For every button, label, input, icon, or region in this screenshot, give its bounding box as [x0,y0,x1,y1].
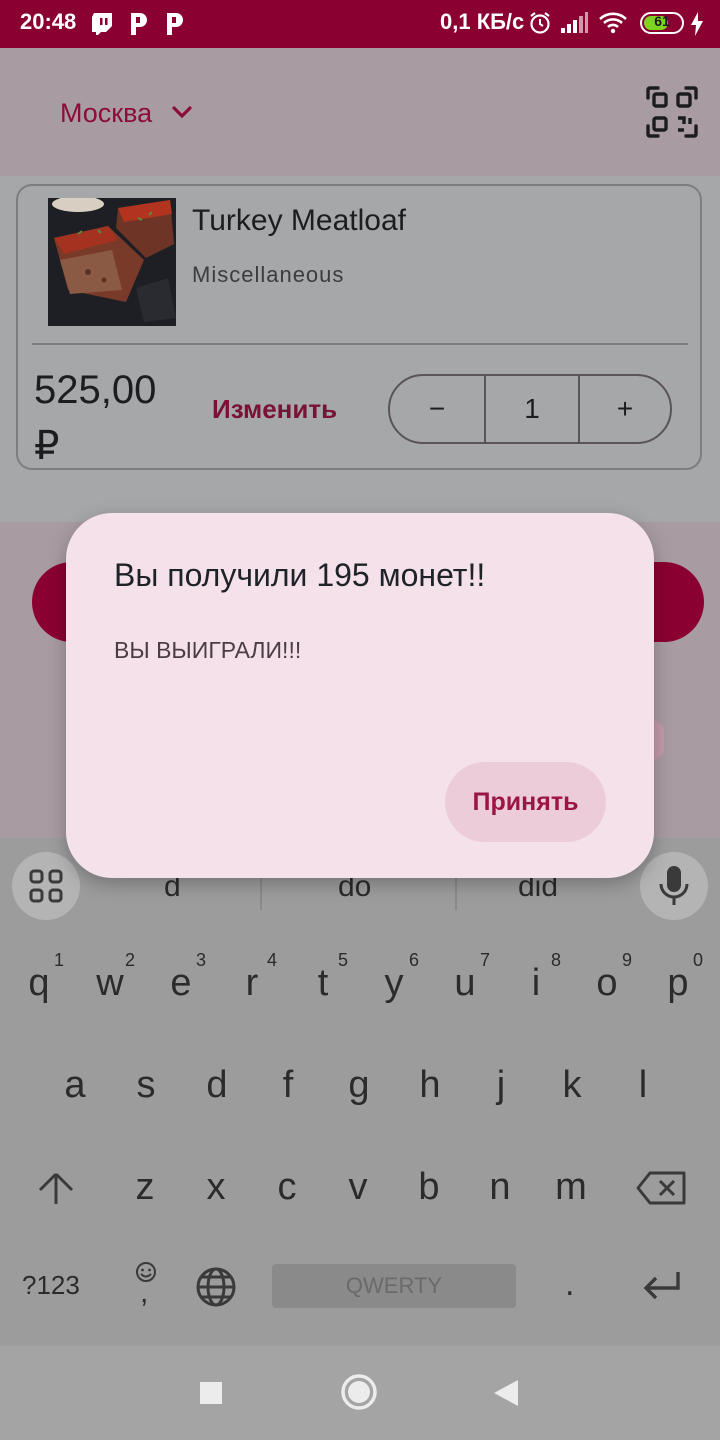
key-a[interactable]: a [40,1064,110,1107]
decrement-button[interactable]: − [390,376,484,442]
enter-icon[interactable] [640,1268,684,1308]
product-name: Turkey Meatloaf [192,204,406,237]
key-z[interactable]: z [110,1166,180,1209]
qr-code-icon[interactable] [646,86,698,142]
space-bar[interactable]: QWERTY [272,1264,516,1308]
status-time: 20:48 [20,9,77,34]
signal-icon [560,12,588,38]
key-x[interactable]: x [181,1166,251,1209]
status-bar: 20:48 0,1 КБ/с 61 [0,0,720,48]
key-hint: 0 [693,950,704,970]
key-hint: 7 [480,950,491,970]
twitch-icon [90,11,116,41]
key-k[interactable]: k [537,1064,607,1107]
microphone-icon [659,866,689,905]
wifi-icon [598,12,628,38]
key-v[interactable]: v [323,1166,393,1209]
key-hint: 1 [54,950,65,970]
key-l[interactable]: l [608,1064,678,1107]
key-g[interactable]: g [324,1064,394,1107]
grid-icon [29,869,63,903]
key-j[interactable]: j [466,1064,536,1107]
alarm-icon [528,11,552,39]
keyboard-menu-button[interactable] [12,852,80,920]
key-n[interactable]: n [465,1166,535,1209]
p-icon [128,11,150,41]
key-h[interactable]: h [395,1064,465,1107]
p-icon [164,11,186,41]
home-icon[interactable] [340,1373,378,1415]
accept-button[interactable]: Принять [445,762,606,842]
quantity-value: 1 [524,393,540,424]
back-icon[interactable] [492,1378,520,1412]
divider [32,343,688,345]
backspace-icon[interactable] [636,1170,688,1210]
key-m[interactable]: m [536,1166,606,1209]
product-image [48,198,176,326]
key-b[interactable]: b [394,1166,464,1209]
key-hint: 8 [551,950,562,970]
product-category: Miscellaneous [192,262,345,287]
reward-dialog: Вы получили 195 монет!! ВЫ ВЫИГРАЛИ!!! П… [66,513,654,878]
globe-icon[interactable] [194,1265,238,1313]
key-hint: 2 [125,950,136,970]
key-s[interactable]: s [111,1064,181,1107]
shift-icon[interactable] [36,1170,76,1210]
network-speed: 0,1 КБ/с [440,9,525,34]
key-hint: 3 [196,950,207,970]
product-price: 525,00 ₽ [34,368,157,468]
quantity-stepper: − 1 + [388,374,672,444]
chevron-down-icon[interactable] [170,100,194,128]
dialog-title: Вы получили 195 монет!! [114,557,486,593]
dialog-message: ВЫ ВЫИГРАЛИ!!! [114,637,302,663]
key-hint: 5 [338,950,349,970]
period-key[interactable]: . [565,1268,575,1303]
increment-button[interactable]: + [580,376,670,442]
battery-level: 61 [654,13,670,29]
key-hint: 4 [267,950,278,970]
key-f[interactable]: f [253,1064,323,1107]
key-d[interactable]: d [182,1064,252,1107]
city-selector[interactable]: Москва [60,98,152,129]
key-hint: 9 [622,950,633,970]
comma-key[interactable]: , [140,1276,148,1310]
key-c[interactable]: c [252,1166,322,1209]
recents-icon[interactable] [199,1381,223,1409]
charging-icon [690,12,704,40]
edit-button[interactable]: Изменить [212,394,337,425]
battery-icon: 61 [640,12,684,34]
voice-input-button[interactable] [640,852,708,920]
symbols-key[interactable]: ?123 [22,1270,80,1301]
key-hint: 6 [409,950,420,970]
